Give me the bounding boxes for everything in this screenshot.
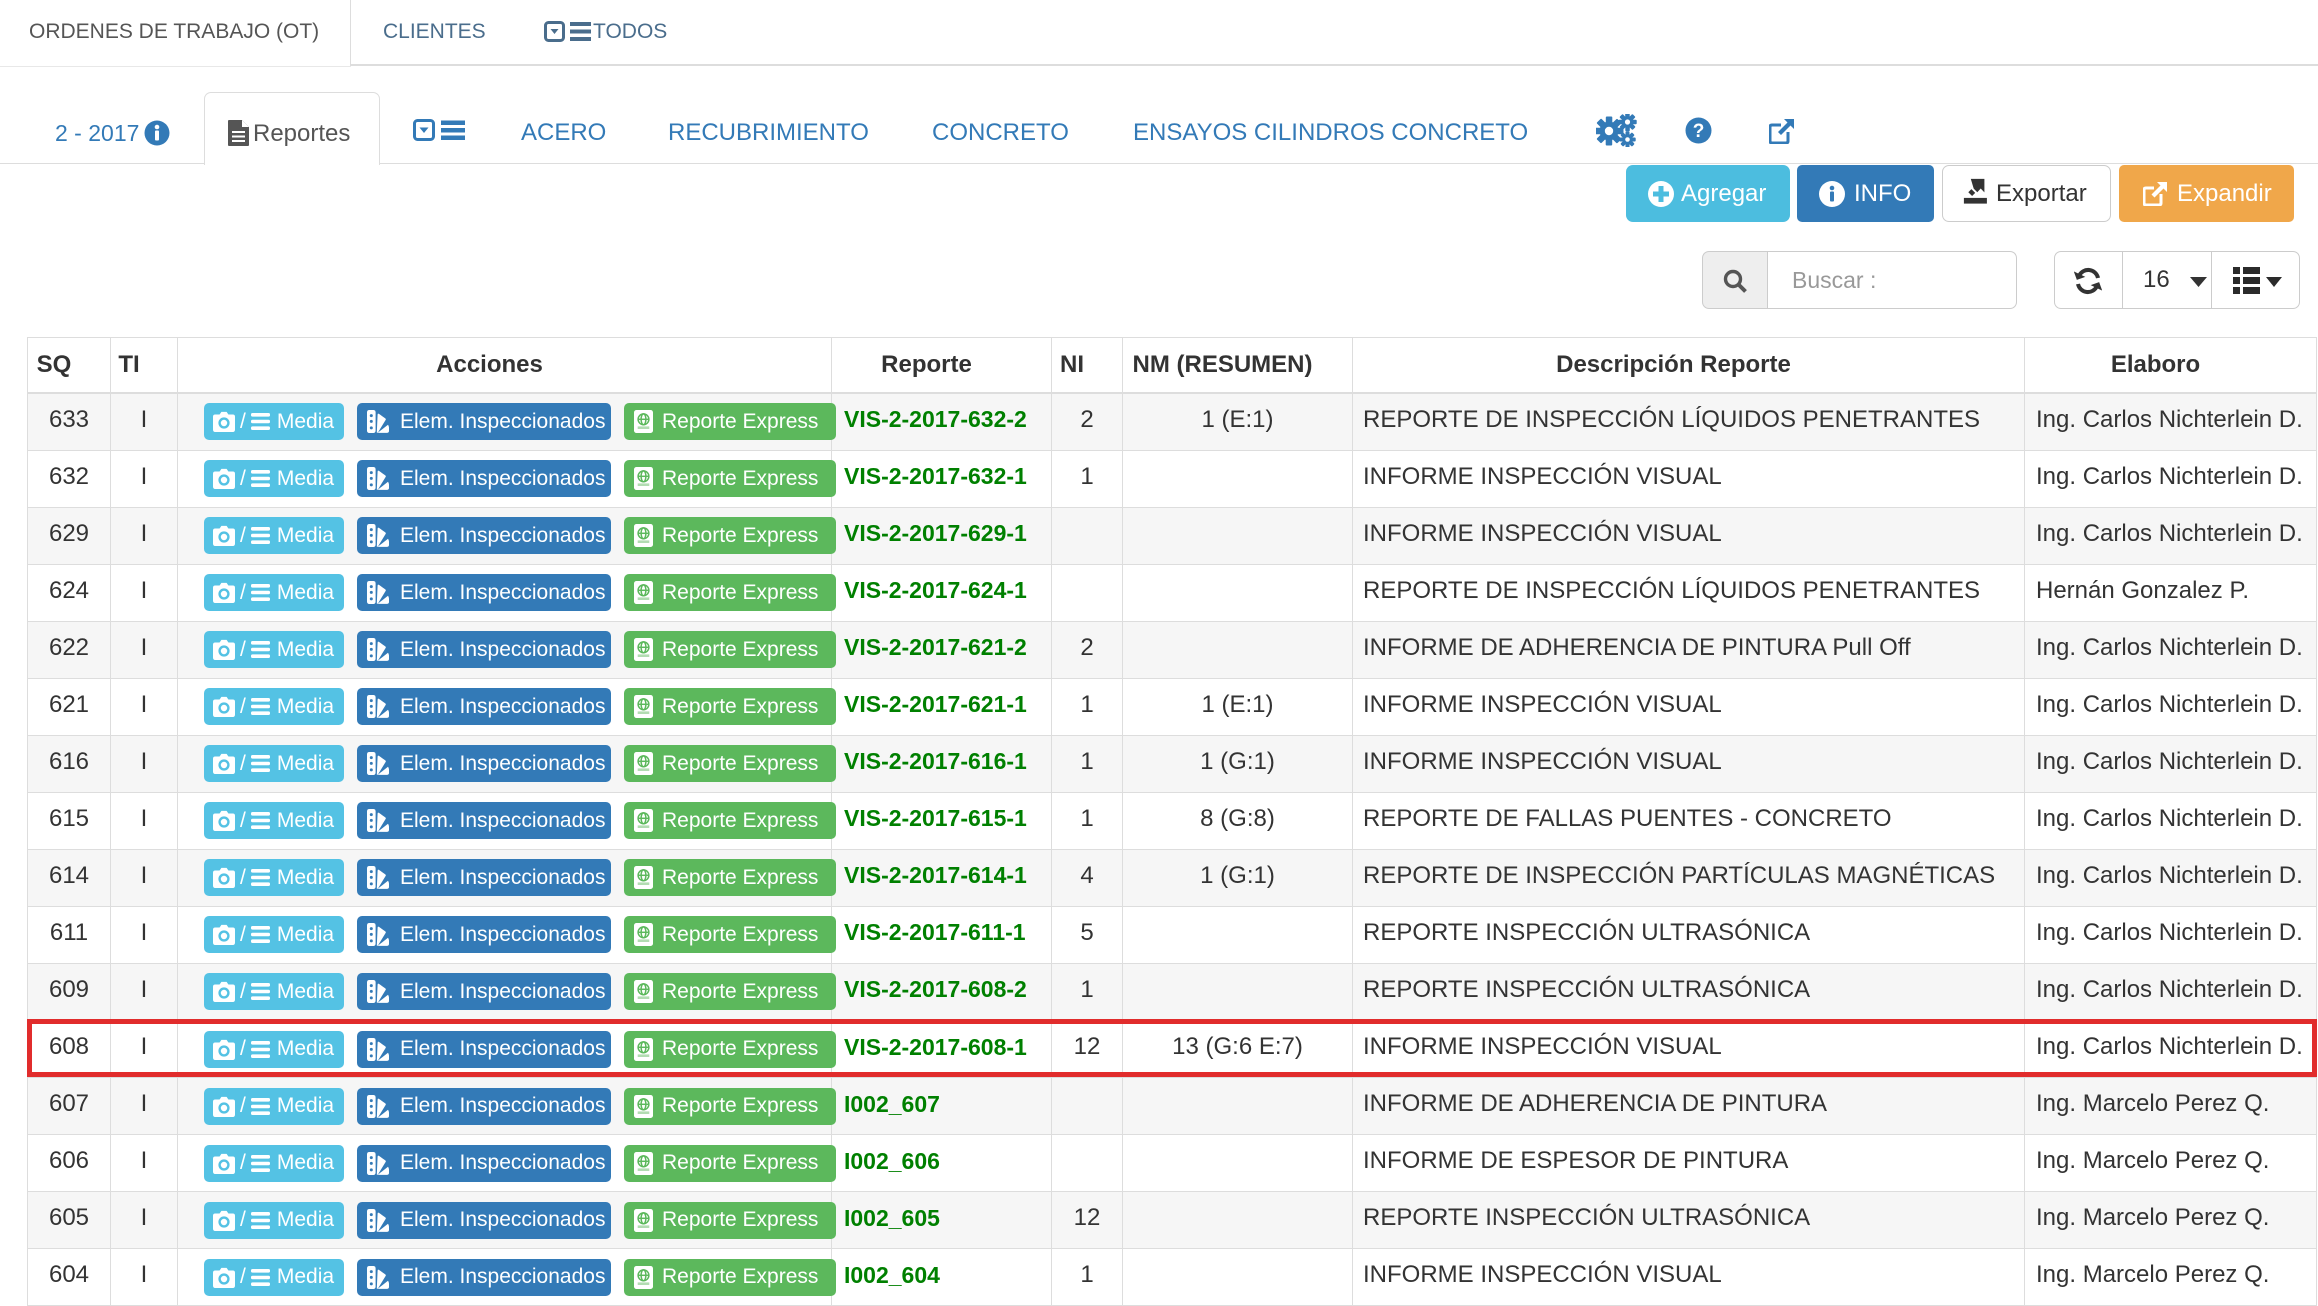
- svg-text:?: ?: [1693, 121, 1705, 142]
